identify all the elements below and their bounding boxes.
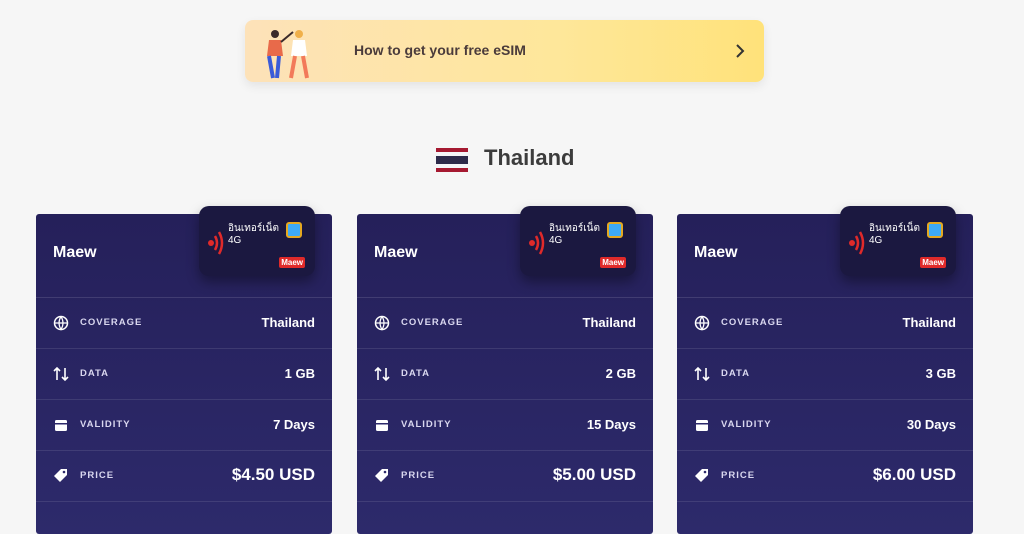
price-value: $4.50 USD <box>231 465 315 484</box>
sim-card-image: อินเทอร์เน็ต 4G Maew <box>199 206 315 276</box>
plan-card[interactable]: Maew อินเทอร์เน็ต 4G Maew COVERAGE Thaila… <box>677 206 973 534</box>
validity-value: 7 Days <box>273 417 315 432</box>
sim-logo: Maew <box>920 257 946 268</box>
card-header: Maew อินเทอร์เน็ต 4G Maew <box>36 206 332 298</box>
coverage-label: COVERAGE <box>401 317 464 328</box>
calendar-icon <box>696 420 708 431</box>
price-value: $6.00 USD <box>872 465 956 484</box>
sim-label: อินเทอร์เน็ต 4G <box>228 223 279 246</box>
signal-icon <box>849 231 865 255</box>
price-label: PRICE <box>721 470 756 481</box>
validity-row: VALIDITY 15 Days <box>357 400 653 451</box>
transfer-arrows-icon <box>53 366 69 382</box>
coverage-label: COVERAGE <box>721 317 784 328</box>
validity-label: VALIDITY <box>401 419 452 430</box>
coverage-value: Thailand <box>582 315 636 330</box>
card-header: Maew อินเทอร์เน็ต 4G Maew <box>677 206 973 298</box>
thailand-flag-icon <box>436 148 468 172</box>
sim-logo: Maew <box>600 257 626 268</box>
data-value: 3 GB <box>925 366 956 381</box>
price-row: PRICE $6.00 USD <box>677 451 973 502</box>
price-label: PRICE <box>401 470 436 481</box>
data-label: DATA <box>80 368 109 379</box>
globe-icon <box>694 315 710 331</box>
validity-row: VALIDITY 30 Days <box>677 400 973 451</box>
data-row: DATA 2 GB <box>357 349 653 400</box>
coverage-value: Thailand <box>261 315 315 330</box>
coverage-row: COVERAGE Thailand <box>357 298 653 349</box>
validity-value: 30 Days <box>906 417 956 432</box>
coverage-value: Thailand <box>902 315 956 330</box>
signal-icon <box>529 231 545 255</box>
price-row: PRICE $5.00 USD <box>357 451 653 502</box>
sim-logo: Maew <box>279 257 305 268</box>
globe-icon <box>53 315 69 331</box>
transfer-arrows-icon <box>694 366 710 382</box>
sim-label: อินเทอร์เน็ต 4G <box>869 223 920 246</box>
tag-icon <box>54 469 67 482</box>
globe-icon <box>374 315 390 331</box>
calendar-icon <box>376 420 388 431</box>
validity-row: VALIDITY 7 Days <box>36 400 332 451</box>
price-value: $5.00 USD <box>552 465 636 484</box>
sim-label: อินเทอร์เน็ต 4G <box>549 223 600 246</box>
chip-icon <box>927 222 943 238</box>
data-row: DATA 1 GB <box>36 349 332 400</box>
free-esim-banner[interactable]: How to get your free eSIM <box>245 20 764 82</box>
tag-icon <box>375 469 388 482</box>
sim-card-image: อินเทอร์เน็ต 4G Maew <box>840 206 956 276</box>
price-row: PRICE $4.50 USD <box>36 451 332 502</box>
operator-name: Maew <box>374 244 418 261</box>
tag-icon <box>695 469 708 482</box>
chip-icon <box>607 222 623 238</box>
people-illustration-icon <box>267 30 309 79</box>
data-row: DATA 3 GB <box>677 349 973 400</box>
operator-name: Maew <box>53 244 97 261</box>
coverage-row: COVERAGE Thailand <box>36 298 332 349</box>
transfer-arrows-icon <box>374 366 390 382</box>
card-header: Maew อินเทอร์เน็ต 4G Maew <box>357 206 653 298</box>
data-label: DATA <box>721 368 750 379</box>
coverage-row: COVERAGE Thailand <box>677 298 973 349</box>
operator-name: Maew <box>694 244 738 261</box>
calendar-icon <box>55 420 67 431</box>
price-label: PRICE <box>80 470 115 481</box>
country-title: Thailand <box>484 145 575 170</box>
validity-label: VALIDITY <box>721 419 772 430</box>
banner-label: How to get your free eSIM <box>354 42 526 58</box>
chip-icon <box>286 222 302 238</box>
data-label: DATA <box>401 368 430 379</box>
chevron-right-icon <box>736 44 745 58</box>
data-value: 2 GB <box>605 366 636 381</box>
plan-card[interactable]: Maew อินเทอร์เน็ต 4G Maew COVERAGE Thaila… <box>36 206 332 534</box>
coverage-label: COVERAGE <box>80 317 143 328</box>
validity-value: 15 Days <box>586 417 636 432</box>
validity-label: VALIDITY <box>80 419 131 430</box>
sim-card-image: อินเทอร์เน็ต 4G Maew <box>520 206 636 276</box>
data-value: 1 GB <box>284 366 315 381</box>
signal-icon <box>208 231 224 255</box>
plan-card[interactable]: Maew อินเทอร์เน็ต 4G Maew COVERAGE Thaila… <box>357 206 653 534</box>
